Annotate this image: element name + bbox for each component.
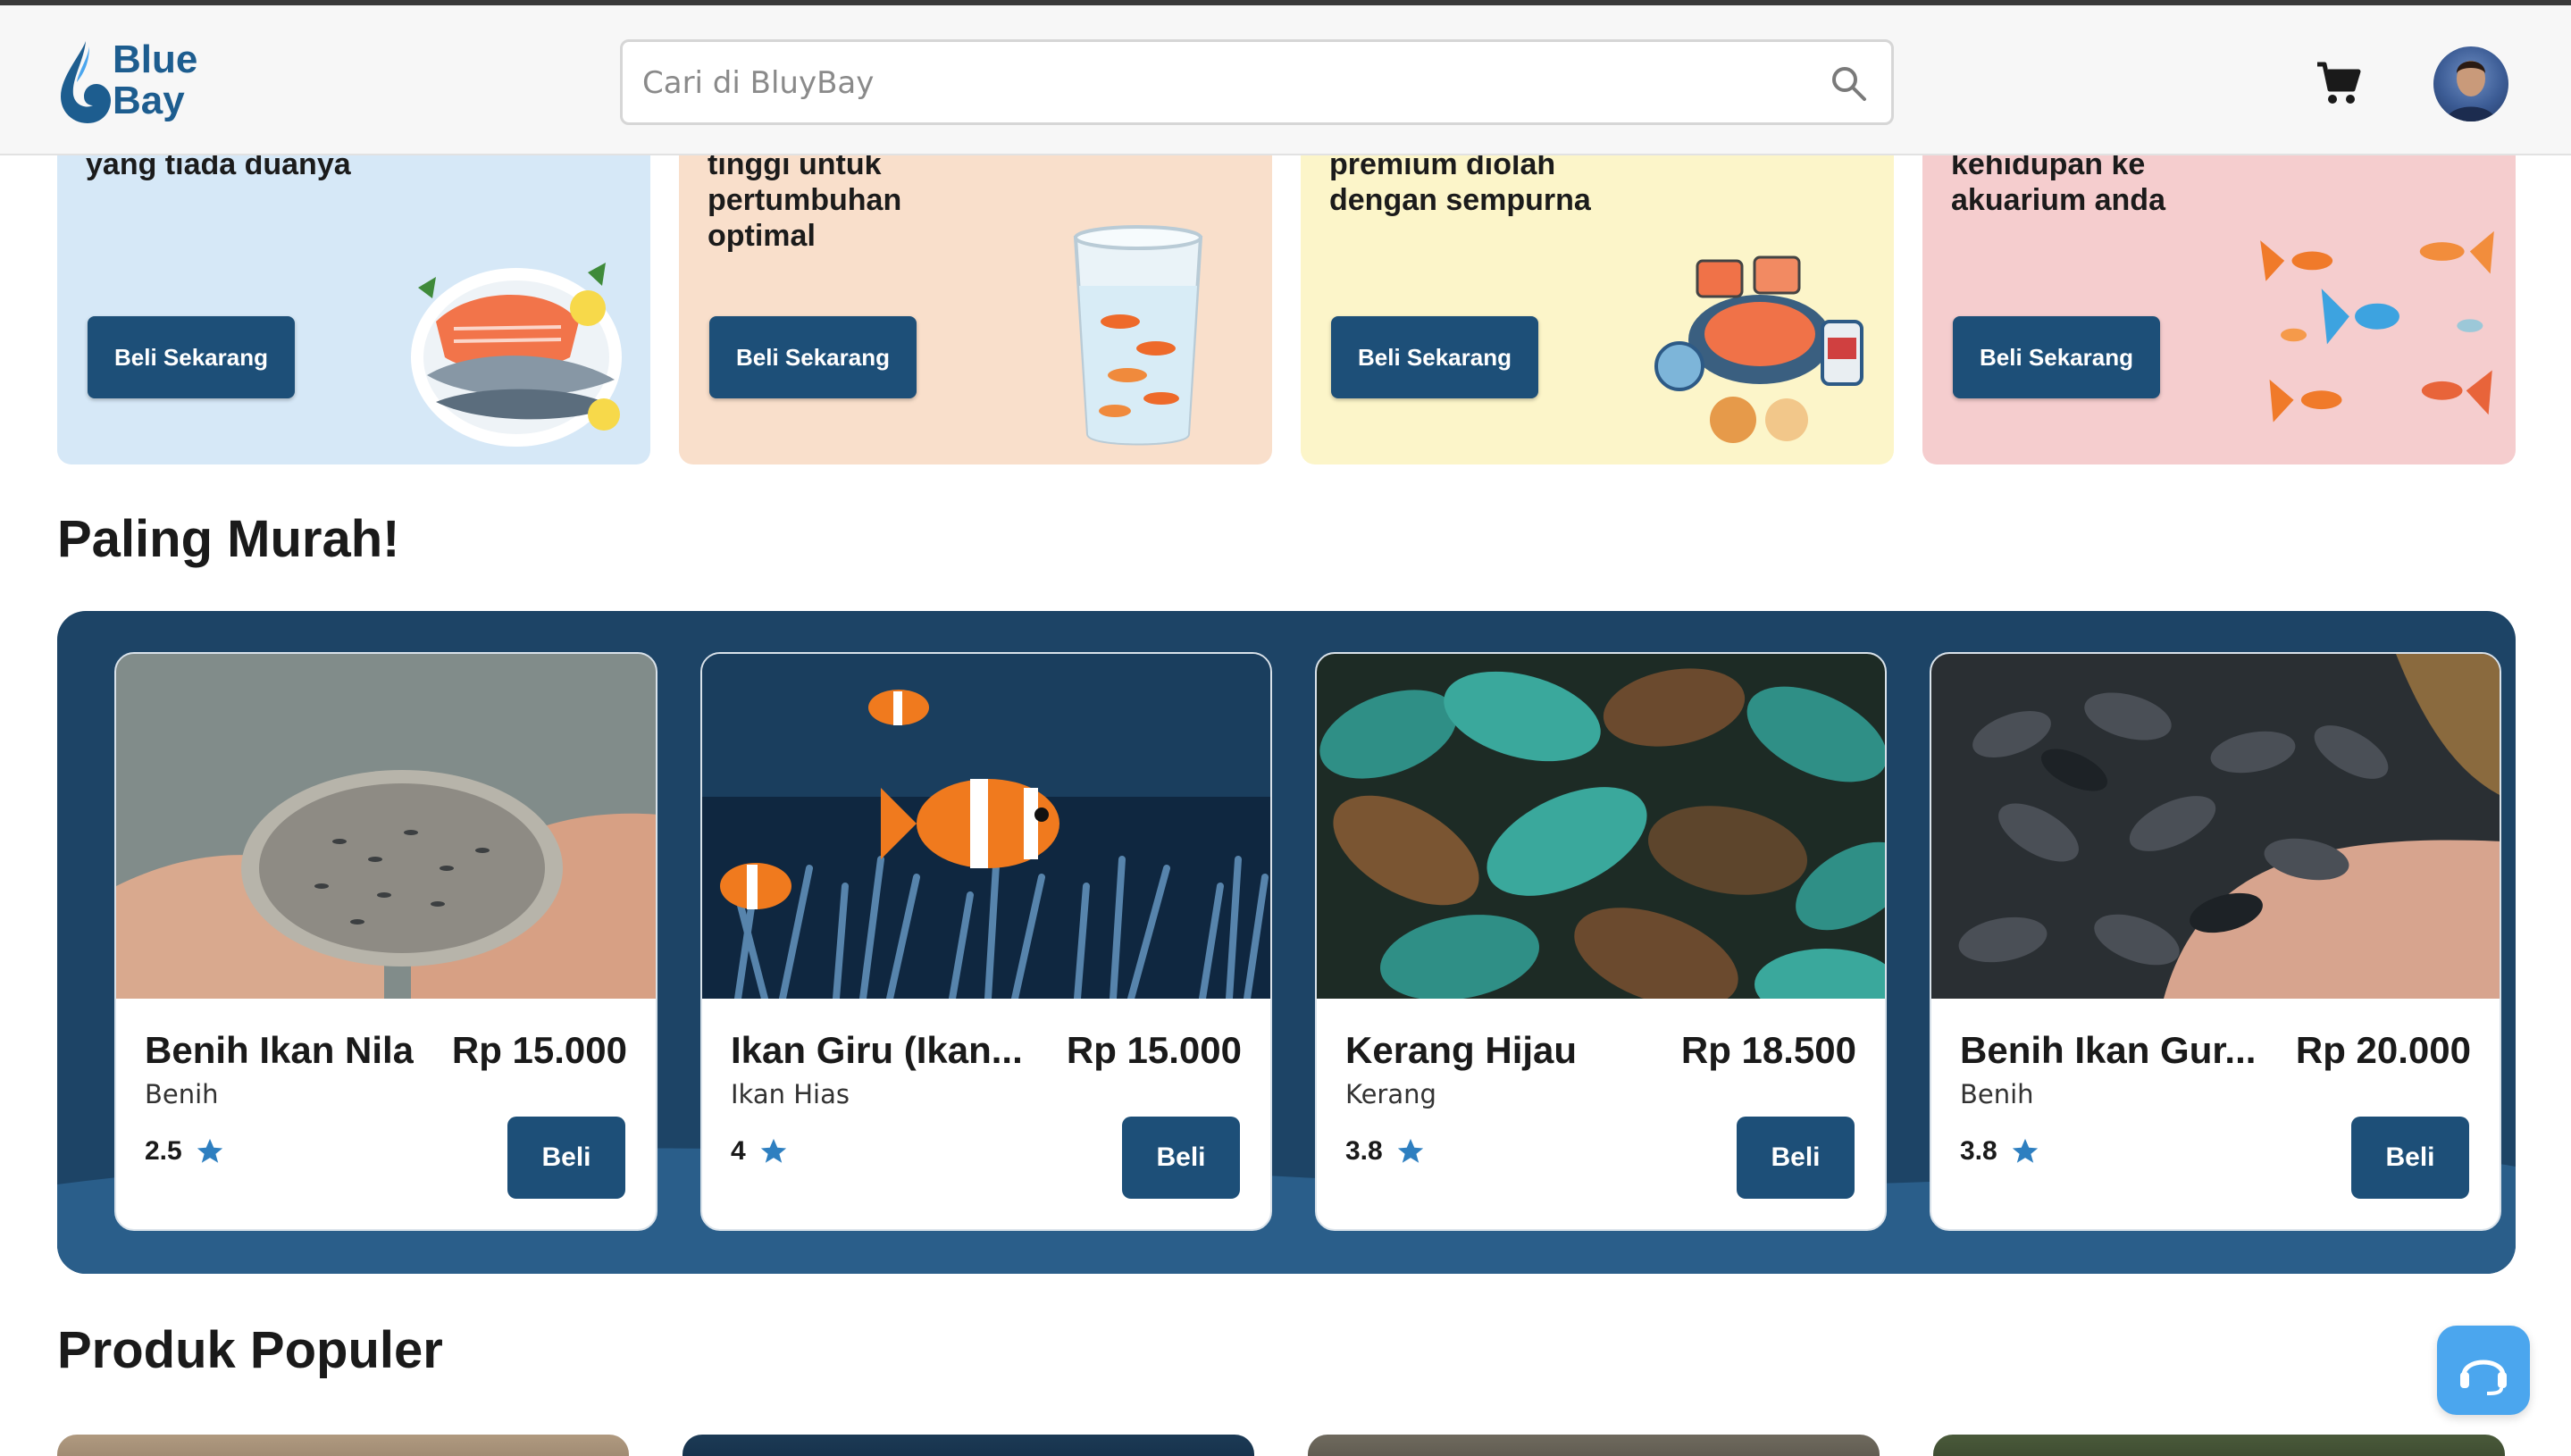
product-rating: 2.5 [145,1136,225,1167]
cheapest-section-title: Paling Murah! [57,510,400,568]
product-card[interactable]: Benih Ikan Nila Rp 15.000 Benih 2.5 Beli [114,652,657,1231]
star-icon [760,1138,786,1163]
promo-text: kehidupan ke akuarium anda [1951,147,2165,217]
popular-product-image[interactable] [683,1435,1254,1456]
user-avatar[interactable] [2433,46,2508,121]
buy-button[interactable]: Beli [1737,1117,1855,1199]
water-drop-logo-icon [61,41,111,123]
green-mussel-photo [1317,654,1885,999]
product-image-green-mussel [1317,654,1885,999]
window-top-border [0,0,2571,5]
buy-now-button[interactable]: Beli Sekarang [709,316,917,398]
promo-banner-seed-fish: tinggi untuk pertumbuhan optimal Beli Se… [679,116,1272,464]
product-card[interactable]: Benih Ikan Gur... Rp 20.000 Benih 3.8 Be… [1930,652,2501,1231]
rating-value: 4 [731,1136,746,1166]
product-name: Kerang Hijau [1345,1029,1578,1071]
product-rating: 4 [731,1136,789,1167]
popular-product-image[interactable] [1933,1435,2505,1456]
buy-button[interactable]: Beli [1122,1117,1240,1199]
product-category: Benih [145,1079,219,1109]
product-image-tilapia-seed [116,654,656,999]
promo-banner-seafood: yang tiada duanya Beli Sekarang [57,116,650,464]
clownfish-photo [702,654,1270,999]
product-category: Kerang [1345,1079,1436,1109]
star-icon [1397,1138,1423,1163]
product-price: Rp 15.000 [1066,1029,1242,1071]
promo-banner-ornamental: kehidupan ke akuarium anda Beli Sekarang [1922,116,2516,464]
promo-text: premium diolah dengan sempurna [1329,147,1591,217]
product-name: Benih Ikan Gur... [1960,1029,2257,1071]
popular-product-image[interactable] [1308,1435,1880,1456]
site-header: Blue Bay [0,5,2571,155]
popular-section-title: Produk Populer [57,1321,443,1379]
fish-platter-image [411,263,622,447]
headset-icon [2460,1360,2507,1395]
product-rating: 3.8 [1960,1136,2040,1167]
product-price: Rp 15.000 [451,1029,627,1071]
avatar-person-icon [2446,61,2496,121]
cart-icon[interactable] [2316,61,2362,107]
buy-now-button[interactable]: Beli Sekarang [1331,316,1538,398]
buy-button[interactable]: Beli [507,1117,625,1199]
customer-support-button[interactable] [2437,1326,2530,1415]
buy-button[interactable]: Beli [2351,1117,2469,1199]
buy-now-button[interactable]: Beli Sekarang [1953,316,2160,398]
bluebay-logo[interactable]: Blue Bay [54,38,232,127]
fish-glass-image [1073,225,1203,446]
search-icon[interactable] [1829,63,1868,103]
rating-value: 3.8 [1345,1136,1383,1166]
promo-text: tinggi untuk pertumbuhan optimal [708,147,902,253]
product-name: Benih Ikan Nila [145,1029,415,1071]
star-icon [197,1138,222,1163]
search-bar [620,39,1894,125]
product-category: Benih [1960,1079,2034,1109]
rating-value: 3.8 [1960,1136,1997,1166]
logo-text: Blue Bay [113,38,198,122]
product-price: Rp 20.000 [2295,1029,2471,1071]
product-card[interactable]: Kerang Hijau Rp 18.500 Kerang 3.8 Beli [1315,652,1887,1231]
product-category: Ikan Hias [731,1079,850,1109]
popular-product-image[interactable] [57,1435,629,1456]
product-name: Ikan Giru (Ikan... [731,1029,1023,1071]
processed-seafood-image [1654,255,1863,443]
buy-now-button[interactable]: Beli Sekarang [88,316,295,398]
guppy-fish-image [2260,230,2494,423]
star-icon [2012,1138,2038,1163]
tilapia-seed-photo [116,654,656,999]
search-input[interactable] [642,58,1804,108]
product-image-gourami-seed [1931,654,2500,999]
product-image-clownfish [702,654,1270,999]
rating-value: 2.5 [145,1136,182,1166]
product-rating: 3.8 [1345,1136,1426,1167]
gourami-seed-photo [1931,654,2500,999]
product-card[interactable]: Ikan Giru (Ikan... Rp 15.000 Ikan Hias 4… [700,652,1272,1231]
product-price: Rp 18.500 [1680,1029,1856,1071]
promo-banner-processed: premium diolah dengan sempurna Beli Seka… [1301,116,1894,464]
